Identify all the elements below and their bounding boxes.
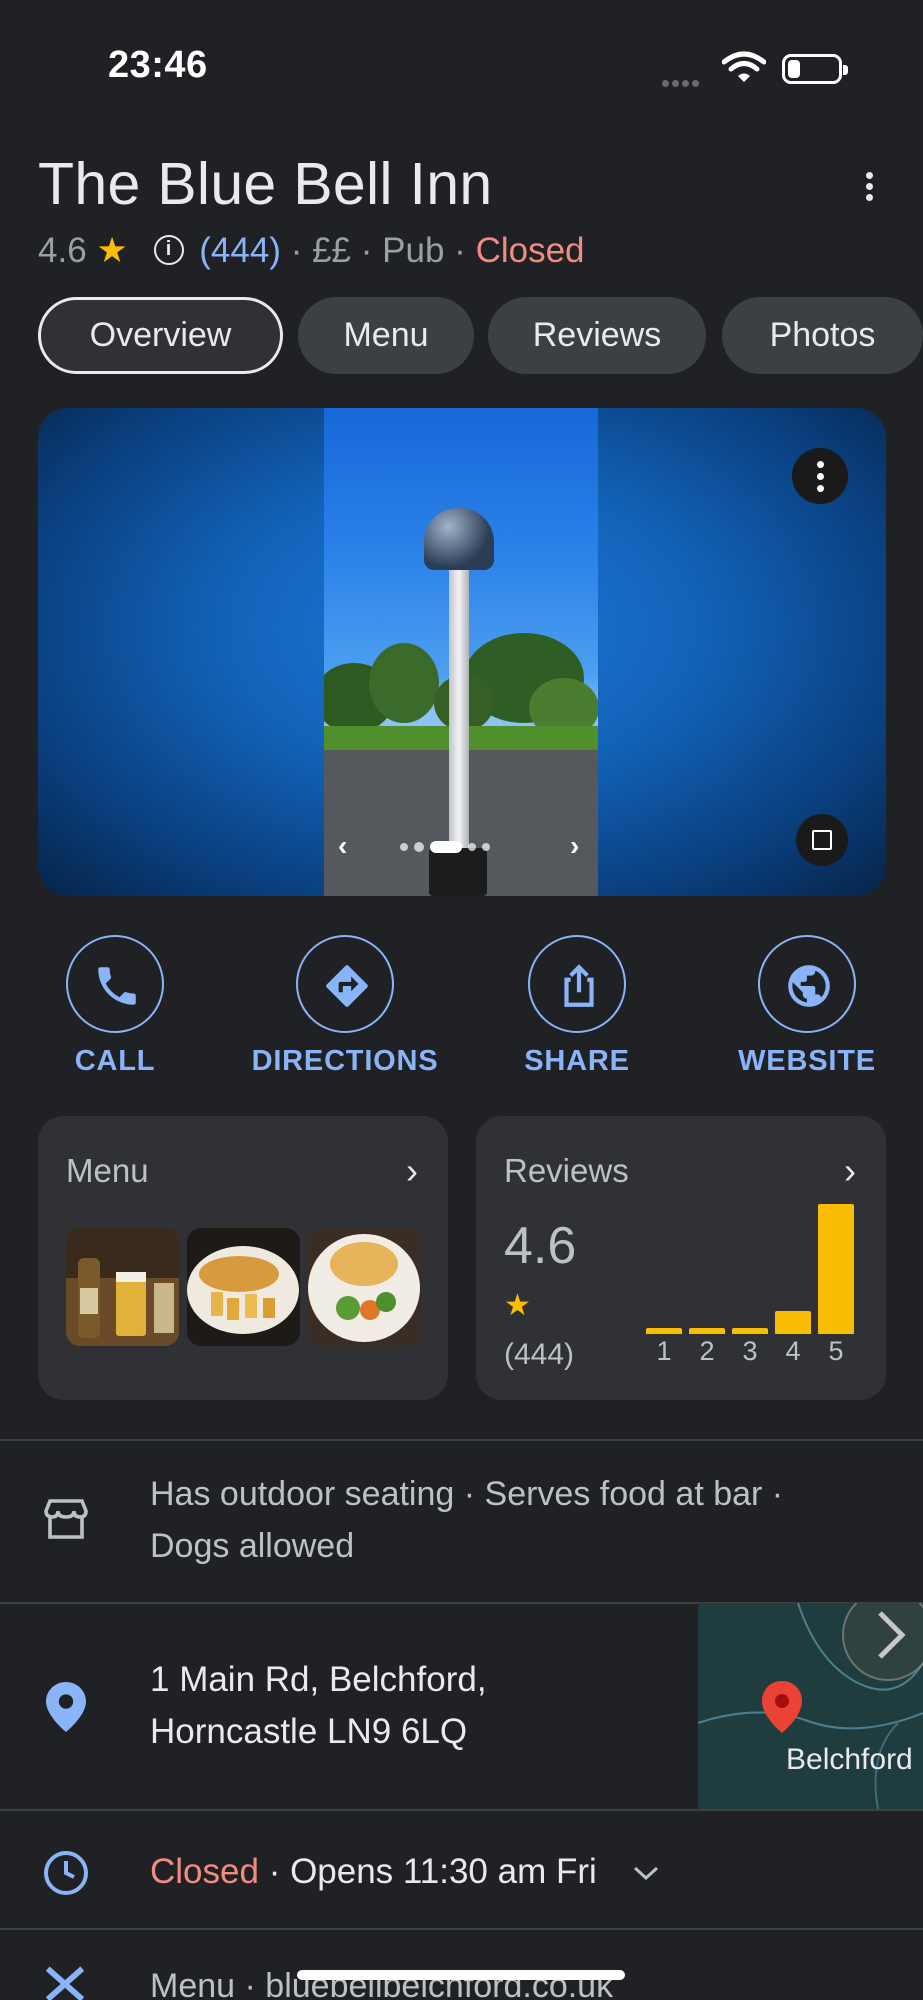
hours-status: Closed bbox=[150, 1852, 259, 1891]
rating-bar-4 bbox=[775, 1311, 811, 1334]
map-place-label: Belchford bbox=[786, 1743, 913, 1776]
amenities-line: Dogs allowed bbox=[150, 1527, 355, 1565]
clock-icon bbox=[44, 1851, 88, 1895]
tab-reviews[interactable]: Reviews bbox=[488, 297, 706, 374]
share-label: SHARE bbox=[524, 1045, 630, 1077]
fish-and-chips-photo[interactable] bbox=[187, 1228, 300, 1346]
separator: · bbox=[454, 231, 466, 270]
share-icon bbox=[528, 935, 626, 1033]
rating-bar-2 bbox=[689, 1328, 725, 1334]
divider bbox=[0, 1439, 923, 1441]
phone-icon bbox=[66, 935, 164, 1033]
chevron-left-icon[interactable]: ‹ bbox=[338, 830, 347, 862]
rating-bar-label: 5 bbox=[828, 1336, 844, 1366]
address-line: Horncastle LN9 6LQ bbox=[150, 1712, 468, 1751]
reviews-card-title: Reviews bbox=[504, 1152, 629, 1189]
photo-more-icon[interactable] bbox=[792, 448, 848, 504]
hours-detail: · Opens 11:30 am Fri bbox=[268, 1852, 597, 1891]
drinks-photo[interactable] bbox=[66, 1228, 179, 1346]
separator: · bbox=[290, 231, 303, 270]
review-count-link[interactable]: (444) bbox=[199, 231, 281, 270]
open-status: Closed bbox=[475, 231, 585, 270]
tab-overview[interactable]: Overview bbox=[38, 297, 283, 374]
more-options-icon[interactable] bbox=[860, 172, 878, 208]
rating-bar-5 bbox=[818, 1204, 854, 1334]
directions-button[interactable]: DIRECTIONS bbox=[250, 935, 440, 1078]
bell-sign-photo[interactable] bbox=[324, 408, 598, 896]
globe-icon bbox=[758, 935, 856, 1033]
battery-icon bbox=[782, 54, 848, 84]
reviews-count: (444) bbox=[504, 1338, 575, 1371]
rating-bar-1 bbox=[646, 1328, 682, 1334]
place-title: The Blue Bell Inn bbox=[38, 151, 493, 217]
divider bbox=[0, 1928, 923, 1930]
menu-card[interactable]: Menu › bbox=[38, 1116, 448, 1400]
address-text[interactable]: 1 Main Rd, Belchford, Horncastle LN9 6LQ bbox=[150, 1654, 487, 1758]
rating-value: 4.6 bbox=[38, 231, 87, 270]
website-label: WEBSITE bbox=[738, 1045, 876, 1077]
call-label: CALL bbox=[74, 1045, 156, 1077]
chevron-down-icon[interactable] bbox=[631, 1846, 661, 1898]
cellular-signal-icon bbox=[662, 74, 702, 92]
place-summary-line: 4.6 ★ i (444) · ££ · Pub · Closed bbox=[38, 231, 585, 271]
carousel-pager bbox=[400, 838, 496, 853]
clock: 23:46 bbox=[108, 44, 208, 86]
amenities-text: Has outdoor seating · Serves food at bar… bbox=[150, 1468, 783, 1572]
category-label: Pub bbox=[382, 231, 445, 270]
rating-bar-label: 1 bbox=[656, 1336, 672, 1366]
star-icon: ★ bbox=[504, 1289, 531, 1322]
info-icon[interactable]: i bbox=[153, 234, 184, 265]
status-bar: 23:46 bbox=[0, 0, 923, 130]
directions-icon bbox=[296, 935, 394, 1033]
fullscreen-icon[interactable] bbox=[796, 814, 848, 866]
tab-menu[interactable]: Menu bbox=[298, 297, 474, 374]
rating-bar-label: 3 bbox=[742, 1336, 758, 1366]
hours-row[interactable]: Closed · Opens 11:30 am Fri bbox=[150, 1846, 661, 1898]
separator: · bbox=[360, 231, 373, 270]
separator: · bbox=[244, 1967, 256, 2000]
share-button[interactable]: SHARE bbox=[482, 935, 672, 1078]
storefront-icon bbox=[44, 1499, 88, 1539]
rating-bar-label: 4 bbox=[785, 1336, 801, 1366]
restaurant-icon bbox=[45, 1966, 85, 2000]
directions-label: DIRECTIONS bbox=[251, 1045, 439, 1077]
wifi-icon bbox=[722, 51, 766, 82]
menu-link-row[interactable]: Menu · bluebellbelchford.co.uk bbox=[150, 1960, 613, 2000]
photo-carousel[interactable]: ‹ › bbox=[38, 408, 886, 896]
map-preview[interactable]: Belchford bbox=[698, 1603, 923, 1809]
price-level: ££ bbox=[312, 231, 352, 270]
place-page: 23:46 The Blue Bell Inn 4.6 ★ i (444) · … bbox=[0, 0, 923, 2000]
menu-link-label: Menu bbox=[150, 1967, 236, 2000]
reviews-rating: 4.6 bbox=[504, 1217, 577, 1275]
rating-bar-3 bbox=[732, 1328, 768, 1334]
amenities-line: Has outdoor seating · Serves food at bar… bbox=[150, 1475, 784, 1513]
address-line: 1 Main Rd, Belchford, bbox=[150, 1660, 487, 1699]
chevron-right-icon[interactable] bbox=[842, 1603, 923, 1681]
chevron-right-icon[interactable]: › bbox=[570, 830, 579, 862]
tab-photos[interactable]: Photos bbox=[722, 297, 923, 374]
pie-dish-photo[interactable] bbox=[308, 1228, 421, 1346]
rating-bar-label: 2 bbox=[699, 1336, 715, 1366]
divider bbox=[0, 1809, 923, 1811]
chevron-right-icon: › bbox=[844, 1150, 856, 1191]
chevron-right-icon: › bbox=[406, 1150, 418, 1191]
star-icon: ★ bbox=[96, 231, 128, 270]
menu-card-title: Menu bbox=[66, 1152, 149, 1189]
home-indicator bbox=[297, 1970, 625, 1980]
call-button[interactable]: CALL bbox=[20, 935, 210, 1078]
location-pin-icon bbox=[46, 1682, 86, 1732]
website-button[interactable]: WEBSITE bbox=[712, 935, 902, 1078]
